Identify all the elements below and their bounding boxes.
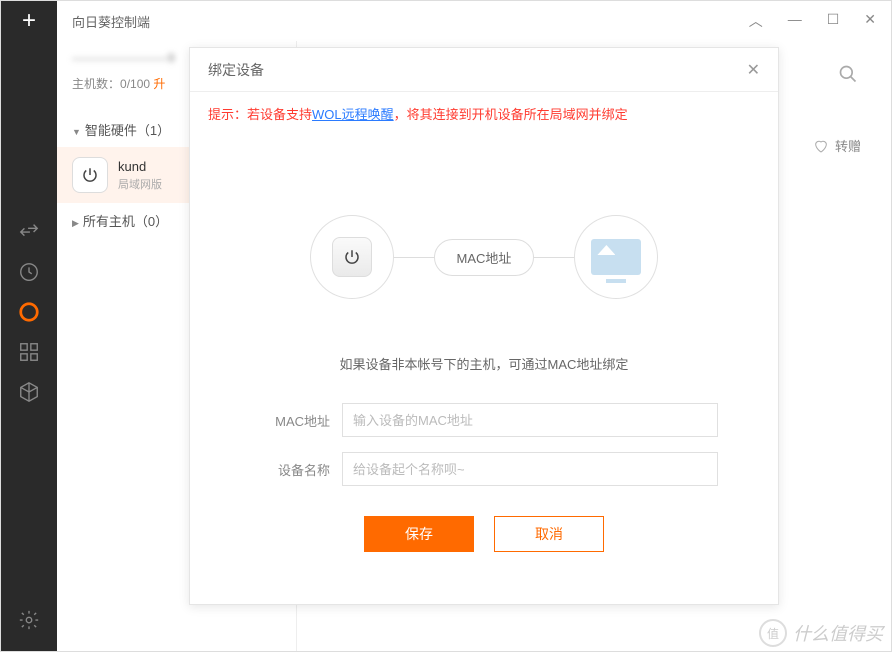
swap-icon[interactable] <box>18 221 40 243</box>
caret-up-icon[interactable]: ︿ <box>749 11 763 31</box>
diagram-device-icon <box>310 215 394 299</box>
gear-icon[interactable] <box>18 609 40 631</box>
sidebar: + <box>1 1 57 651</box>
app-title: 向日葵控制端 <box>72 12 150 31</box>
mac-input[interactable] <box>342 403 718 437</box>
bind-device-modal: 绑定设备 ✕ 提示：若设备支持WOL远程唤醒，将其连接到开机设备所在局域网并绑定… <box>189 47 779 605</box>
gift-button[interactable]: 转赠 <box>813 136 861 155</box>
maximize-button[interactable]: ☐ <box>827 11 840 31</box>
device-name-input[interactable] <box>342 452 718 486</box>
modal-note: 如果设备非本帐号下的主机，可通过MAC地址绑定 <box>190 354 778 373</box>
clock-icon[interactable] <box>18 261 40 283</box>
device-subtitle: 局域网版 <box>118 176 162 192</box>
connection-diagram: MAC地址 <box>190 215 778 299</box>
device-name: kund <box>118 159 162 174</box>
modal-close-button[interactable]: ✕ <box>747 60 760 80</box>
wol-link[interactable]: WOL远程唤醒 <box>312 107 394 122</box>
add-button[interactable]: + <box>1 1 57 41</box>
diagram-monitor-icon <box>574 215 658 299</box>
close-button[interactable]: ✕ <box>864 11 876 31</box>
mac-label: MAC地址 <box>250 411 330 430</box>
ring-icon[interactable] <box>18 301 40 323</box>
modal-hint: 提示：若设备支持WOL远程唤醒，将其连接到开机设备所在局域网并绑定 <box>190 92 778 135</box>
titlebar: 向日葵控制端 ︿ — ☐ ✕ <box>57 1 891 41</box>
modal-title: 绑定设备 <box>208 60 264 80</box>
cube-icon[interactable] <box>18 381 40 403</box>
minimize-button[interactable]: — <box>788 11 802 31</box>
upgrade-link[interactable]: 升 <box>153 77 165 91</box>
cancel-button[interactable]: 取消 <box>494 516 604 552</box>
device-name-label: 设备名称 <box>250 460 330 479</box>
diagram-mac-label: MAC地址 <box>434 239 535 276</box>
grid-icon[interactable] <box>18 341 40 363</box>
save-button[interactable]: 保存 <box>364 516 474 552</box>
power-icon <box>72 157 108 193</box>
search-button[interactable] <box>830 56 866 92</box>
